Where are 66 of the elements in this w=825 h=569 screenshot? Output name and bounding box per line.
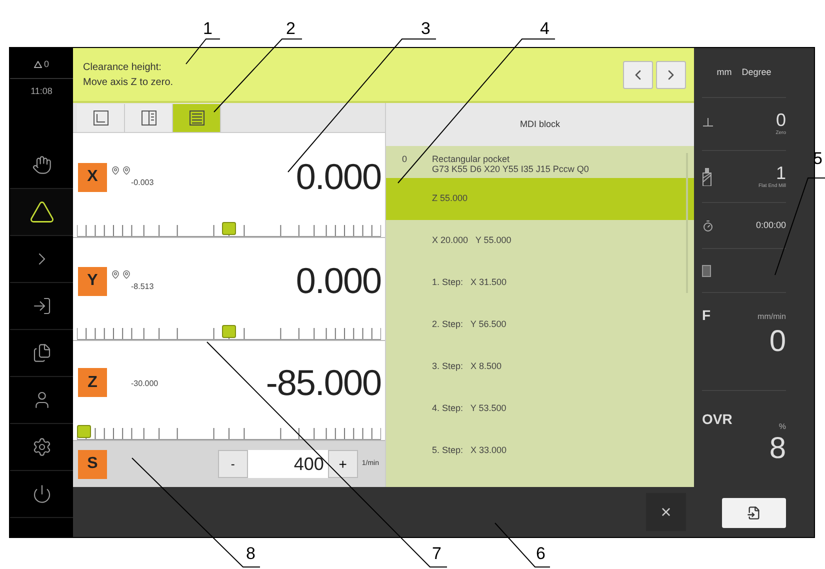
power-icon — [32, 484, 52, 504]
axis-secondary-value: -8.513 — [131, 280, 155, 292]
decrease-button[interactable]: - — [218, 450, 248, 478]
unit-label: Degree — [742, 66, 772, 79]
files-icon — [32, 343, 52, 363]
override-value: 8 — [769, 433, 786, 465]
callout-number: 4 — [540, 20, 550, 37]
settings-icon — [32, 437, 52, 457]
axes-icon — [92, 110, 108, 126]
mdi-step-row[interactable]: 1. Step: X 31.500 — [386, 262, 694, 304]
warning-icon — [34, 61, 42, 68]
callout-number: 6 — [536, 545, 546, 562]
block-index: 0 — [402, 154, 408, 166]
override-unit: % — [778, 421, 786, 433]
tool-number: 1 — [776, 162, 786, 183]
axis-label: S — [78, 450, 107, 478]
enter-button[interactable] — [722, 498, 786, 528]
sidebar-item[interactable] — [10, 189, 73, 236]
axis-secondary-value: -30.000 — [131, 378, 160, 390]
split-view-icon — [140, 110, 156, 126]
warning-count: 0 — [44, 58, 49, 71]
axis-position-value: -85.000 — [266, 360, 381, 404]
clock-time: 11:08 — [30, 84, 52, 98]
triangle-icon — [28, 199, 54, 225]
callout-number: 7 — [432, 545, 442, 562]
feed-unit: mm/min — [758, 311, 786, 323]
message-text: Move axis Z to zero. — [83, 76, 174, 90]
mdi-step-row[interactable]: 4. Step: Y 53.500 — [386, 388, 694, 430]
message-text: Clearance height: — [83, 60, 162, 74]
callout-number: 2 — [286, 20, 296, 37]
hand-icon — [32, 155, 52, 175]
enter-icon — [32, 296, 52, 316]
axis-position-value: 0.000 — [296, 155, 381, 199]
timer-value: 0:00:00 — [756, 218, 786, 232]
milling-tool-icon — [702, 168, 712, 186]
axis-position-value: 0.000 — [296, 259, 381, 303]
import-icon — [747, 506, 761, 520]
axis-label: Y — [78, 266, 107, 296]
block-code: G73 K55 D6 X20 Y55 I35 J15 Pccw Q0 — [432, 164, 589, 174]
mdi-header: MDI block — [386, 103, 694, 146]
close-button[interactable]: × — [646, 493, 686, 531]
view-tab[interactable] — [173, 104, 221, 132]
list-view-icon — [188, 110, 204, 126]
mdi-step-row[interactable]: 2. Step: Y 56.500 — [386, 304, 694, 346]
feed-value: 0 — [769, 326, 786, 358]
timer-icon — [702, 220, 714, 232]
speed-input-field[interactable]: 400 — [248, 450, 328, 478]
axis-label: Z — [78, 368, 107, 397]
mdi-step-row[interactable]: X 20.000 Y 55.000 — [386, 220, 694, 262]
callout-number: 8 — [246, 545, 256, 562]
mdi-step-row[interactable]: 5. Step: X 33.000 — [386, 430, 694, 472]
mdi-step-row[interactable]: 3. Step: X 8.500 — [386, 346, 694, 388]
datum-value: 0 — [776, 110, 786, 130]
view-tab[interactable] — [125, 104, 173, 132]
axis-label: X — [78, 162, 107, 192]
feed-label: F — [702, 306, 711, 325]
block-name: Rectangular pocket — [432, 154, 511, 164]
document-icon — [702, 264, 711, 276]
callout-number: 1 — [203, 20, 212, 37]
view-tab[interactable] — [77, 104, 125, 132]
override-label: OVR — [702, 410, 732, 429]
axis-secondary-value: -0.003 — [131, 176, 155, 188]
unit-label: mm — [716, 66, 732, 79]
increase-button[interactable]: + — [328, 450, 358, 478]
mdi-step-row[interactable]: Z 55.000 — [386, 178, 694, 220]
callout-number: 3 — [421, 20, 430, 37]
